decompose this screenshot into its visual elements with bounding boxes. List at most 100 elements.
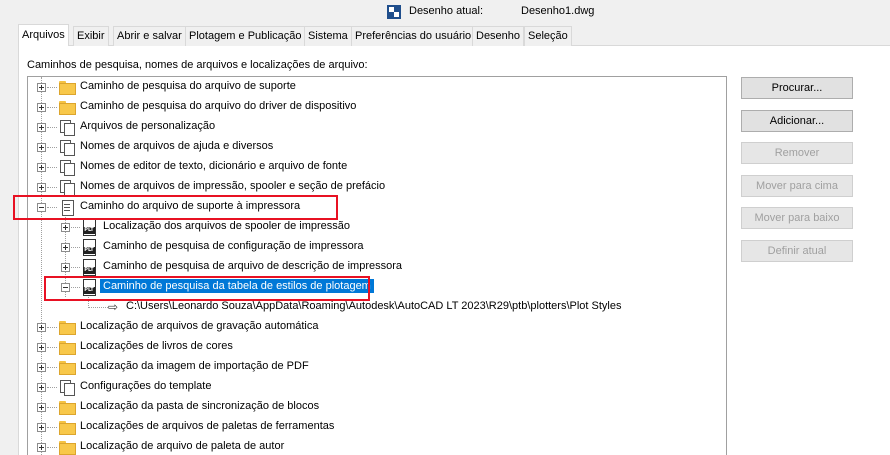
tree-item-label: Arquivos de personalização [80, 120, 216, 132]
files-icon [59, 139, 75, 156]
tree-item-label: Localizações de livros de cores [80, 340, 233, 352]
tree-item-label: Localizações de arquivos de paletas de f… [80, 420, 335, 432]
collapse-minus-icon[interactable] [61, 283, 70, 292]
tree-item-label: Caminho de pesquisa do arquivo do driver… [80, 100, 357, 112]
header-bar: Desenho atual: Desenho1.dwg [0, 0, 890, 24]
plt-file-icon [81, 239, 97, 256]
tree-connector [47, 87, 57, 88]
file-locations-tree[interactable]: Caminho de pesquisa do arquivo de suport… [27, 76, 727, 455]
tab-plotagem-e-publicacao[interactable]: Plotagem e Publicação [185, 26, 306, 46]
tree-item-label: Caminho de pesquisa de arquivo de descri… [103, 260, 403, 272]
remove-button[interactable]: Remover [741, 142, 853, 164]
folder-icon [59, 399, 76, 415]
folder-icon [59, 359, 76, 375]
tree-item-path-label: C:\Users\Leonardo Souza\AppData\Roaming\… [126, 300, 622, 312]
expand-plus-icon[interactable] [37, 123, 46, 132]
expand-plus-icon[interactable] [37, 323, 46, 332]
tree-connector [47, 427, 57, 428]
current-drawing-value: Desenho1.dwg [521, 5, 595, 17]
tree-item-color-book-locations[interactable]: Localizações de livros de cores [28, 337, 726, 357]
expand-plus-icon[interactable] [37, 443, 46, 452]
expand-plus-icon[interactable] [61, 263, 70, 272]
plt-file-icon [81, 259, 97, 276]
tab-preferencias-do-usuario[interactable]: Preferências do usuário [351, 26, 476, 46]
document-icon [59, 199, 75, 216]
expand-plus-icon[interactable] [37, 163, 46, 172]
expand-plus-icon[interactable] [37, 383, 46, 392]
expand-plus-icon[interactable] [37, 83, 46, 92]
tree-connector [71, 247, 80, 248]
tree-item-print-spooler-prolog-files[interactable]: Nomes de arquivos de impressão, spooler … [28, 177, 726, 197]
tree-item-printer-description-search-path[interactable]: Caminho de pesquisa de arquivo de descri… [28, 257, 726, 277]
folder-icon [59, 319, 76, 335]
expand-plus-icon[interactable] [37, 343, 46, 352]
expand-plus-icon[interactable] [37, 403, 46, 412]
browse-button[interactable]: Procurar... [741, 77, 853, 99]
tree-connector [47, 207, 57, 208]
tree-item-label: Localização de arquivos de gravação auto… [80, 320, 319, 332]
tree-connector [47, 127, 57, 128]
folder-icon [59, 419, 76, 435]
tree-item-pdf-import-image-location[interactable]: Localização da imagem de importação de P… [28, 357, 726, 377]
tree-connector [47, 447, 57, 448]
tab-sistema[interactable]: Sistema [304, 26, 352, 46]
files-icon [59, 379, 75, 396]
expand-plus-icon[interactable] [37, 143, 46, 152]
tab-desenho[interactable]: Desenho [472, 26, 525, 46]
tree-connector [47, 107, 57, 108]
tree-connector [71, 287, 80, 288]
folder-icon [59, 79, 76, 95]
tab-exibir[interactable]: Exibir [73, 26, 109, 46]
tree-item-tool-palette-locations[interactable]: Localizações de arquivos de paletas de f… [28, 417, 726, 437]
folder-icon [59, 339, 76, 355]
tree-item-device-driver-search-path[interactable]: Caminho de pesquisa do arquivo do driver… [28, 97, 726, 117]
tree-connector [47, 147, 57, 148]
tree-connector [71, 227, 80, 228]
expand-plus-icon[interactable] [37, 363, 46, 372]
tree-item-authoring-palette-location[interactable]: Localização de arquivo de paleta de auto… [28, 437, 726, 455]
tree-item-print-spooler-location[interactable]: Localização dos arquivos de spooler de i… [28, 217, 726, 237]
tree-connector [47, 327, 57, 328]
tree-connector [47, 367, 57, 368]
tree-item-block-sync-folder[interactable]: Localização da pasta de sincronização de… [28, 397, 726, 417]
collapse-minus-icon[interactable] [37, 203, 46, 212]
tree-item-support-search-path[interactable]: Caminho de pesquisa do arquivo de suport… [28, 77, 726, 97]
expand-plus-icon[interactable] [37, 423, 46, 432]
tree-item-text-editor-font-files[interactable]: Nomes de editor de texto, dicionário e a… [28, 157, 726, 177]
tree-item-customization-files[interactable]: Arquivos de personalização [28, 117, 726, 137]
tab-selecao[interactable]: Seleção [524, 26, 572, 46]
tree-item-help-misc-files[interactable]: Nomes de arquivos de ajuda e diversos [28, 137, 726, 157]
files-icon [59, 159, 75, 176]
tree-item-label: Localização da imagem de importação de P… [80, 360, 309, 372]
set-current-button[interactable]: Definir atual [741, 240, 853, 262]
expand-plus-icon[interactable] [61, 223, 70, 232]
drawing-icon [387, 5, 401, 19]
add-button[interactable]: Adicionar... [741, 110, 853, 132]
tree-item-autosave-location[interactable]: Localização de arquivos de gravação auto… [28, 317, 726, 337]
tree-item-printer-support-path[interactable]: Caminho do arquivo de suporte à impresso… [28, 197, 726, 217]
expand-plus-icon[interactable] [37, 183, 46, 192]
folder-icon [59, 99, 76, 115]
tree-item-plot-style-table-search-path[interactable]: Caminho de pesquisa da tabela de estilos… [28, 277, 726, 297]
tree-connector [47, 347, 57, 348]
tree-item-label: Caminho de pesquisa do arquivo de suport… [80, 80, 296, 92]
tree-item-label: Localização de arquivo de paleta de auto… [80, 440, 285, 452]
tab-abrir-e-salvar[interactable]: Abrir e salvar [113, 26, 186, 46]
tab-arquivos[interactable]: Arquivos [18, 24, 69, 46]
tree-item-label: Caminho do arquivo de suporte à impresso… [80, 200, 301, 212]
current-drawing-label: Desenho atual: [409, 5, 483, 17]
expand-plus-icon[interactable] [37, 103, 46, 112]
tree-item-label: Nomes de arquivos de ajuda e diversos [80, 140, 274, 152]
move-up-button[interactable]: Mover para cima [741, 175, 853, 197]
panel-caption: Caminhos de pesquisa, nomes de arquivos … [27, 59, 368, 71]
tree-item-printer-config-search-path[interactable]: Caminho de pesquisa de configuração de i… [28, 237, 726, 257]
move-down-button[interactable]: Mover para baixo [741, 207, 853, 229]
tree-connector [89, 307, 108, 308]
tree-connector [47, 387, 57, 388]
expand-plus-icon[interactable] [61, 243, 70, 252]
tree-item-label: Nomes de arquivos de impressão, spooler … [80, 180, 386, 192]
tree-item-template-settings[interactable]: Configurações do template [28, 377, 726, 397]
folder-icon [59, 439, 76, 455]
tree-item-label-selected: Caminho de pesquisa da tabela de estilos… [100, 279, 374, 293]
tree-item-plot-styles-path[interactable]: ⇨ C:\Users\Leonardo Souza\AppData\Roamin… [28, 297, 726, 317]
